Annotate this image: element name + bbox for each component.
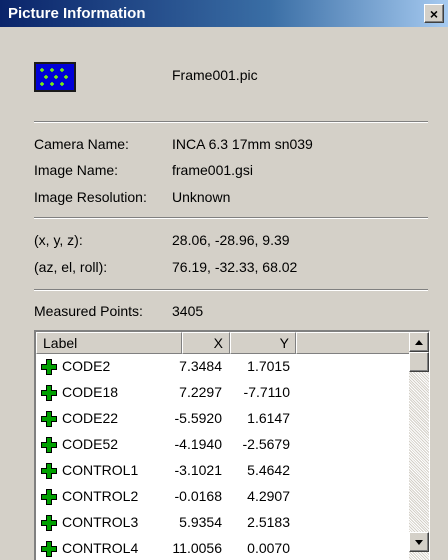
vertical-scrollbar[interactable] [409,332,429,560]
table-row[interactable]: CONTROL4 11.0056 0.0070 [36,536,410,560]
camera-name-label: Camera Name: [34,136,129,152]
point-y: -2.5679 [242,436,290,452]
table-row[interactable]: CODE52 -4.1940 -2.5679 [36,432,410,458]
column-header-x[interactable]: X [182,332,230,354]
list-rows: CODE2 7.3484 1.7015 CODE18 7.2297 -7.711… [36,354,410,560]
point-y: 1.7015 [247,358,290,374]
arrow-down-icon [415,539,423,545]
table-row[interactable]: CODE2 7.3484 1.7015 [36,354,410,380]
points-list[interactable]: Label X Y CODE2 7.3484 1.7015 CODE18 7.2… [34,330,430,560]
separator [34,289,428,291]
list-header: Label X Y [36,332,410,354]
camera-name-value: INCA 6.3 17mm sn039 [172,136,313,152]
table-row[interactable]: CONTROL1 -3.1021 5.4642 [36,458,410,484]
close-icon: × [429,5,439,22]
table-row[interactable]: CODE22 -5.5920 1.6147 [36,406,410,432]
close-button[interactable]: × [424,4,444,23]
measured-points-value: 3405 [172,303,204,319]
scroll-thumb[interactable] [409,352,429,372]
window-title: Picture Information [8,5,146,22]
measured-points-label: Measured Points: [34,303,143,319]
angles-label: (az, el, roll): [34,259,108,275]
xyz-label: (x, y, z): [34,232,83,248]
image-name-value: frame001.gsi [172,162,253,178]
column-header-label[interactable]: Label [36,332,182,354]
point-y: 1.6147 [247,410,290,426]
column-header-y[interactable]: Y [230,332,296,354]
separator [34,121,428,123]
point-y: 0.0070 [247,540,290,556]
scroll-up-button[interactable] [409,332,429,352]
arrow-up-icon [415,339,423,345]
image-resolution-label: Image Resolution: [34,189,147,205]
point-y: 2.5183 [247,514,290,530]
title-bar[interactable]: Picture Information × [0,0,448,27]
table-row[interactable]: CODE18 7.2297 -7.7110 [36,380,410,406]
picture-grid-icon [34,62,76,92]
point-y: -7.7110 [243,384,290,400]
angles-value: 76.19, -32.33, 68.02 [172,259,298,275]
image-resolution-value: Unknown [172,189,231,205]
table-row[interactable]: CONTROL3 5.9354 2.5183 [36,510,410,536]
image-name-label: Image Name: [34,162,119,178]
column-header-filler [296,332,410,354]
separator [34,217,428,219]
file-name: Frame001.pic [172,67,258,83]
table-row[interactable]: CONTROL2 -0.0168 4.2907 [36,484,410,510]
point-y: 4.2907 [247,488,290,504]
xyz-value: 28.06, -28.96, 9.39 [172,232,290,248]
point-y: 5.4642 [247,462,290,478]
scroll-down-button[interactable] [409,532,429,552]
